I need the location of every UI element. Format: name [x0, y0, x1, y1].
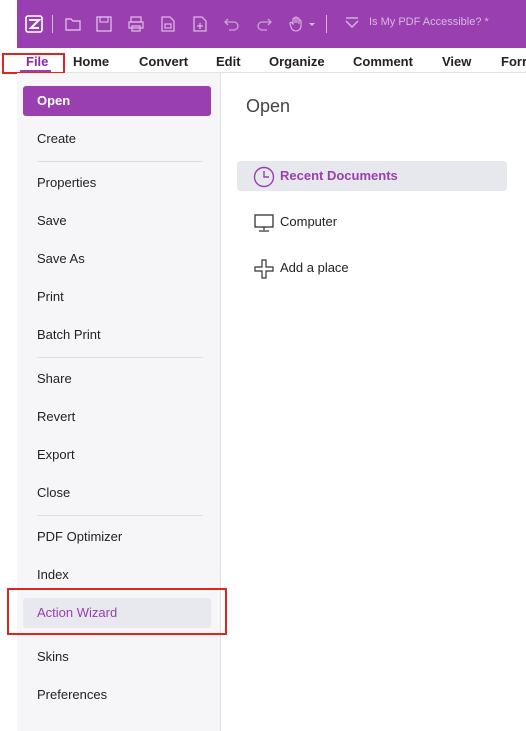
menu-organize[interactable]: Organize [269, 54, 325, 69]
sidebar-item-properties[interactable]: Properties [23, 168, 211, 198]
sidebar-item-revert[interactable]: Revert [23, 402, 211, 432]
save-icon[interactable] [95, 15, 113, 33]
open-option-label: Add a place [280, 260, 349, 275]
sidebar-item-share[interactable]: Share [23, 364, 211, 394]
sidebar-item-save-as[interactable]: Save As [23, 244, 211, 274]
document-title: Is My PDF Accessible? * [369, 16, 489, 28]
toolbar-separator [326, 15, 327, 33]
menu-convert[interactable]: Convert [139, 54, 188, 69]
sidebar-item-skins[interactable]: Skins [23, 642, 211, 672]
sidebar-divider [37, 161, 203, 162]
new-file-icon[interactable] [191, 15, 209, 33]
menu-view[interactable]: View [442, 54, 471, 69]
open-folder-icon[interactable] [64, 15, 82, 33]
toolbar-separator [52, 15, 53, 33]
plus-icon [253, 258, 275, 280]
sidebar-item-close[interactable]: Close [23, 478, 211, 508]
sidebar-item-save[interactable]: Save [23, 206, 211, 236]
open-option-recent-documents[interactable]: Recent Documents [237, 161, 507, 191]
scan-icon[interactable] [159, 15, 177, 33]
menu-comment[interactable]: Comment [353, 54, 413, 69]
open-option-label: Computer [280, 214, 338, 229]
open-option-label: Recent Documents [280, 168, 398, 183]
open-option-add-a-place[interactable]: Add a place [237, 253, 507, 283]
sidebar-item-index[interactable]: Index [23, 560, 211, 590]
menu-bar: File Home Convert Edit Organize Comment … [17, 48, 526, 73]
app-logo-icon[interactable] [25, 15, 43, 33]
clock-icon [253, 166, 275, 188]
sidebar-item-preferences[interactable]: Preferences [23, 680, 211, 710]
sidebar-divider [37, 357, 203, 358]
print-icon[interactable] [127, 15, 145, 33]
page-title: Open [246, 96, 291, 116]
file-menu-highlight-box [2, 53, 65, 74]
computer-icon [253, 212, 275, 234]
title-bar: Is My PDF Accessible? * [17, 0, 526, 48]
menu-home[interactable]: Home [73, 54, 109, 69]
undo-icon[interactable] [223, 15, 241, 33]
hand-tool-icon[interactable] [287, 15, 305, 33]
sidebar-item-batch-print[interactable]: Batch Print [23, 320, 211, 350]
action-wizard-highlight-box [7, 588, 227, 635]
sidebar-item-open[interactable]: Open [23, 86, 211, 116]
open-option-computer[interactable]: Computer [237, 207, 507, 237]
menu-form[interactable]: Forr [501, 54, 526, 69]
sidebar-item-pdf-optimizer[interactable]: PDF Optimizer [23, 522, 211, 552]
sidebar-divider [37, 515, 203, 516]
chevron-down-icon[interactable] [308, 15, 316, 33]
sidebar-item-export[interactable]: Export [23, 440, 211, 470]
redo-icon[interactable] [255, 15, 273, 33]
customize-toolbar-icon[interactable] [343, 15, 361, 33]
sidebar-item-create[interactable]: Create [23, 124, 211, 154]
menu-edit[interactable]: Edit [216, 54, 241, 69]
sidebar-item-print[interactable]: Print [23, 282, 211, 312]
